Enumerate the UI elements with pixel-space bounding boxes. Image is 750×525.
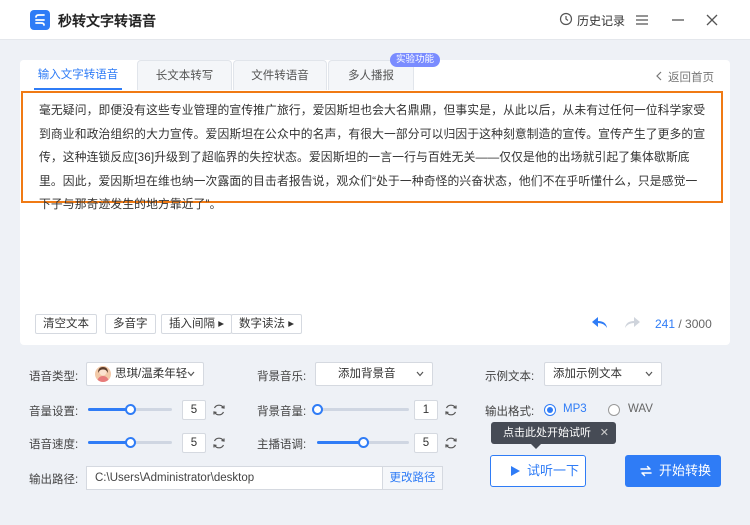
chevron-down-icon bbox=[416, 371, 424, 377]
volume-slider-knob[interactable] bbox=[125, 404, 136, 415]
bg-music-label: 背景音乐: bbox=[257, 371, 307, 383]
back-home-link[interactable]: 返回首页 bbox=[668, 69, 714, 85]
volume-slider-fill bbox=[88, 408, 130, 411]
convert-icon bbox=[640, 465, 652, 477]
format-wav-radio[interactable] bbox=[608, 404, 620, 416]
pitch-value-box[interactable]: 5 bbox=[414, 433, 438, 453]
play-icon bbox=[511, 466, 520, 476]
listen-button[interactable]: 试听一下 bbox=[490, 455, 586, 487]
format-wav-label[interactable]: WAV bbox=[628, 403, 653, 415]
bg-music-select[interactable]: 添加背景音 bbox=[315, 362, 433, 386]
history-button[interactable]: 历史记录 bbox=[577, 12, 625, 29]
number-reading-button[interactable]: 数字读法 ▸ bbox=[231, 314, 302, 334]
close-icon[interactable] bbox=[702, 10, 722, 30]
reset-icon[interactable] bbox=[444, 403, 458, 417]
volume-value-box[interactable]: 5 bbox=[182, 400, 206, 420]
bg-volume-slider[interactable] bbox=[312, 404, 409, 415]
undo-icon[interactable] bbox=[590, 315, 610, 331]
speed-value-box[interactable]: 5 bbox=[182, 433, 206, 453]
speed-slider-fill bbox=[88, 441, 130, 444]
speed-slider-knob[interactable] bbox=[125, 437, 136, 448]
tab-text-to-speech[interactable]: 输入文字转语音 bbox=[20, 60, 136, 90]
output-path-label: 输出路径: bbox=[29, 474, 79, 486]
listen-button-label: 试听一下 bbox=[527, 463, 580, 478]
listen-tooltip: 点击此处开始试听 ✕ bbox=[491, 422, 616, 449]
app-logo-icon bbox=[30, 10, 50, 30]
char-count-current: 241 bbox=[655, 317, 676, 331]
experimental-badge: 实验功能 bbox=[390, 53, 441, 67]
volume-label: 音量设置: bbox=[29, 406, 79, 418]
chevron-left-icon bbox=[656, 71, 662, 81]
pitch-slider-fill bbox=[317, 441, 363, 444]
char-count-separator: / bbox=[675, 317, 686, 331]
volume-slider[interactable] bbox=[88, 404, 172, 415]
tab-long-text[interactable]: 长文本转写 bbox=[137, 60, 232, 90]
output-format-label: 输出格式: bbox=[485, 406, 535, 418]
char-counter: 241 / 3000 bbox=[655, 317, 712, 331]
reset-icon[interactable] bbox=[212, 403, 226, 417]
polyphone-button[interactable]: 多音字 bbox=[105, 314, 156, 334]
minimize-icon[interactable] bbox=[668, 10, 688, 30]
format-mp3-label[interactable]: MP3 bbox=[563, 403, 587, 415]
pitch-slider-knob[interactable] bbox=[358, 437, 369, 448]
tab-file-to-speech[interactable]: 文件转语音 bbox=[233, 60, 327, 90]
speed-slider[interactable] bbox=[88, 437, 172, 448]
bg-music-value: 添加背景音 bbox=[338, 368, 396, 380]
change-path-button[interactable]: 更改路径 bbox=[383, 466, 443, 490]
sample-text-value: 添加示例文本 bbox=[553, 368, 622, 380]
bg-volume-value-box[interactable]: 1 bbox=[414, 400, 438, 420]
pitch-slider[interactable] bbox=[317, 437, 409, 448]
tooltip-text: 点击此处开始试听 bbox=[503, 427, 591, 439]
voice-avatar bbox=[95, 366, 111, 382]
speed-label: 语音速度: bbox=[29, 439, 79, 451]
start-convert-button[interactable]: 开始转换 bbox=[625, 455, 721, 487]
format-mp3-radio[interactable] bbox=[544, 404, 556, 416]
bg-volume-slider-knob[interactable] bbox=[312, 404, 323, 415]
start-convert-label: 开始转换 bbox=[659, 463, 712, 478]
chevron-down-icon bbox=[187, 371, 195, 377]
tab-bar: 输入文字转语音 长文本转写 文件转语音 多人播报 bbox=[20, 60, 730, 90]
voice-type-select[interactable]: 思琪/温柔年轻 bbox=[86, 362, 204, 386]
pitch-label: 主播语调: bbox=[257, 439, 307, 451]
text-input-area[interactable]: 毫无疑问，即便没有这些专业管理的宣传推广旅行，爱因斯坦也会大名鼎鼎，但事实是，从… bbox=[21, 91, 723, 211]
sample-text-label: 示例文本: bbox=[485, 371, 535, 383]
tooltip-close-icon[interactable]: ✕ bbox=[600, 422, 609, 444]
chevron-down-icon bbox=[645, 371, 653, 377]
redo-icon[interactable] bbox=[622, 315, 642, 331]
reset-icon[interactable] bbox=[444, 436, 458, 450]
history-icon[interactable] bbox=[559, 12, 573, 26]
sample-text-select[interactable]: 添加示例文本 bbox=[544, 362, 662, 386]
app-title: 秒转文字转语音 bbox=[58, 13, 156, 29]
output-path-field[interactable]: C:\Users\Administrator\desktop bbox=[86, 466, 383, 490]
title-bar: 秒转文字转语音 历史记录 bbox=[0, 0, 750, 40]
voice-type-value: 思琪/温柔年轻 bbox=[115, 368, 188, 380]
bg-volume-label: 背景音量: bbox=[257, 406, 307, 418]
voice-type-label: 语音类型: bbox=[29, 371, 79, 383]
char-count-max: 3000 bbox=[685, 317, 712, 331]
clear-text-button[interactable]: 清空文本 bbox=[35, 314, 97, 334]
insert-pause-button[interactable]: 插入间隔 ▸ bbox=[161, 314, 232, 334]
menu-icon[interactable] bbox=[632, 10, 652, 30]
reset-icon[interactable] bbox=[212, 436, 226, 450]
